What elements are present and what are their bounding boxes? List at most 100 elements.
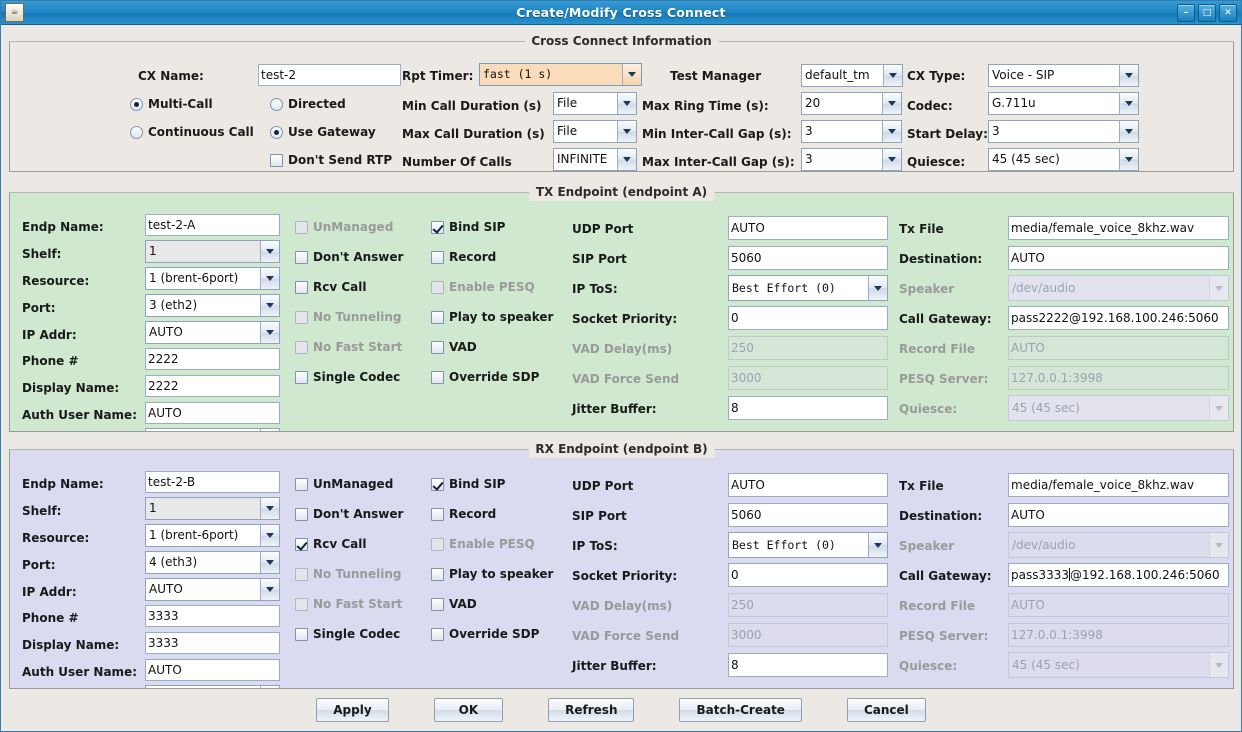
cancel-button[interactable]: Cancel: [846, 698, 926, 722]
chevron-down-icon: [868, 533, 887, 557]
quiesce-combo[interactable]: 45 (45 sec): [988, 148, 1139, 171]
rx-sip-port-input[interactable]: 5060: [728, 503, 888, 527]
radio-use-gateway[interactable]: Use Gateway: [270, 125, 376, 139]
tx-checkbox-bind-sip[interactable]: Bind SIP: [431, 220, 505, 234]
min-inter-call-gap-combo[interactable]: 3: [801, 120, 902, 143]
rx-jitter-buffer-input[interactable]: 8: [728, 653, 888, 677]
checkbox-dont-send-rtp[interactable]: Don't Send RTP: [270, 153, 392, 167]
rx-endp-name-input[interactable]: test-2-B: [145, 471, 280, 493]
cx-type-label: CX Type:: [907, 69, 966, 83]
rx-port-combo[interactable]: 4 (eth3): [145, 551, 280, 574]
tx-socket-priority-input[interactable]: 0: [728, 306, 888, 330]
radio-multi-call[interactable]: Multi-Call: [130, 97, 213, 111]
rx-ip-tos-combo[interactable]: Best Effort (0): [728, 532, 888, 558]
tx-auth-user-input[interactable]: AUTO: [145, 402, 280, 424]
start-delay-combo[interactable]: 3: [988, 120, 1139, 143]
rx-checkbox-bind-sip[interactable]: Bind SIP: [431, 477, 505, 491]
codec-combo[interactable]: G.711u: [988, 92, 1139, 115]
tx-sip-port-input[interactable]: 5060: [728, 246, 888, 270]
number-of-calls-label: Number Of Calls: [402, 155, 512, 169]
tx-checkbox-vad[interactable]: VAD: [431, 340, 477, 354]
rx-checkbox-dont-answer[interactable]: Don't Answer: [295, 507, 403, 521]
max-ring-time-combo[interactable]: 20: [801, 92, 902, 115]
number-of-calls-combo[interactable]: INFINITE: [553, 148, 637, 171]
tx-reg-expire-combo[interactable]: 300: [145, 428, 280, 431]
rx-shelf-combo[interactable]: 1: [145, 497, 280, 520]
ok-button[interactable]: OK: [433, 698, 504, 722]
cx-type-combo[interactable]: Voice - SIP: [988, 64, 1139, 87]
max-inter-call-gap-combo[interactable]: 3: [801, 148, 902, 171]
tx-destination-input[interactable]: AUTO: [1008, 246, 1229, 270]
rx-udp-port-input[interactable]: AUTO: [728, 473, 888, 497]
tx-checkbox-single-codec[interactable]: Single Codec: [295, 370, 400, 384]
rpt-timer-combo[interactable]: fast (1 s): [479, 63, 642, 86]
rx-socket-priority-input[interactable]: 0: [728, 563, 888, 587]
tx-speaker-combo: /dev/audio: [1008, 275, 1229, 301]
rx-call-gateway-input[interactable]: pass3333@192.168.100.246:5060: [1008, 563, 1229, 587]
tx-jitter-buffer-input[interactable]: 8: [728, 396, 888, 420]
tx-endp-name-input[interactable]: test-2-A: [145, 214, 280, 236]
tx-ip-tos-combo[interactable]: Best Effort (0): [728, 275, 888, 301]
rx-checkbox-enable-pesq[interactable]: Enable PESQ: [431, 537, 535, 551]
tx-checkbox-enable-pesq[interactable]: Enable PESQ: [431, 280, 535, 294]
close-button[interactable]: ✕: [1219, 4, 1237, 22]
rx-checkbox-single-codec[interactable]: Single Codec: [295, 627, 400, 641]
tx-checkbox-no-fast-start[interactable]: No Fast Start: [295, 340, 402, 354]
tx-tx-file-input[interactable]: media/female_voice_8khz.wav: [1008, 216, 1229, 240]
rx-phone-input[interactable]: 3333: [145, 605, 280, 627]
refresh-button[interactable]: Refresh: [548, 698, 635, 722]
tx-ip-addr-combo[interactable]: AUTO: [145, 321, 280, 344]
maximize-button[interactable]: □: [1198, 4, 1216, 22]
tx-checkbox-dont-answer[interactable]: Don't Answer: [295, 250, 403, 264]
radio-continuous-call[interactable]: Continuous Call: [130, 125, 254, 139]
min-call-duration-value: File: [554, 93, 617, 114]
tx-checkbox-play-to-speaker[interactable]: Play to speaker: [431, 310, 553, 324]
rx-auth-user-input[interactable]: AUTO: [145, 659, 280, 681]
rx-checkbox-no-fast-start[interactable]: No Fast Start: [295, 597, 402, 611]
tx-checkbox-unmanaged[interactable]: UnManaged: [295, 220, 393, 234]
rx-checkbox-rcv-call[interactable]: Rcv Call: [295, 537, 366, 551]
batch-create-button[interactable]: Batch-Create: [679, 698, 802, 722]
tx-shelf-combo[interactable]: 1: [145, 240, 280, 263]
rx-destination-input[interactable]: AUTO: [1008, 503, 1229, 527]
rx-checkbox-no-tunneling[interactable]: No Tunneling: [295, 567, 401, 581]
tx-checkbox-record[interactable]: Record: [431, 250, 496, 264]
rx-checkbox-vad[interactable]: VAD: [431, 597, 477, 611]
minimize-button[interactable]: –: [1177, 4, 1195, 22]
tx-ip-addr-value: AUTO: [146, 322, 260, 343]
min-call-duration-combo[interactable]: File: [553, 92, 637, 115]
tx-resource-combo[interactable]: 1 (brent-6port): [145, 267, 280, 290]
tx-call-gateway-input[interactable]: pass2222@192.168.100.246:5060: [1008, 306, 1229, 330]
chevron-down-icon: [260, 686, 279, 688]
cx-name-input[interactable]: test-2: [258, 64, 401, 86]
rx-display-name-input[interactable]: 3333: [145, 632, 280, 654]
rx-checkbox-record[interactable]: Record: [431, 507, 496, 521]
tx-record-file-label: Record File: [899, 342, 975, 356]
rx-tx-file-input[interactable]: media/female_voice_8khz.wav: [1008, 473, 1229, 497]
tx-checkbox-rcv-call[interactable]: Rcv Call: [295, 280, 366, 294]
radio-dot-icon: [130, 97, 143, 111]
chevron-down-icon: [868, 276, 887, 300]
tx-port-combo[interactable]: 3 (eth2): [145, 294, 280, 317]
tx-udp-port-input[interactable]: AUTO: [728, 216, 888, 240]
max-call-duration-combo[interactable]: File: [553, 120, 637, 143]
tx-checkbox-no-tunneling[interactable]: No Tunneling: [295, 310, 401, 324]
rx-resource-combo[interactable]: 1 (brent-6port): [145, 524, 280, 547]
tx-checkbox-override-sdp[interactable]: Override SDP: [431, 370, 539, 384]
tx-vad-delay-input: 250: [728, 336, 888, 360]
apply-button[interactable]: Apply: [316, 698, 389, 722]
test-manager-combo[interactable]: default_tm: [801, 64, 903, 87]
rx-ip-addr-combo[interactable]: AUTO: [145, 578, 280, 601]
rx-udp-port-label: UDP Port: [572, 479, 634, 493]
tx-display-name-input[interactable]: 2222: [145, 375, 280, 397]
max-ring-time-value: 20: [802, 93, 882, 114]
window-titlebar[interactable]: ☕ Create/Modify Cross Connect – □ ✕: [1, 1, 1241, 25]
tx-phone-input[interactable]: 2222: [145, 348, 280, 370]
codec-label: Codec:: [907, 99, 953, 113]
rx-checkbox-unmanaged[interactable]: UnManaged: [295, 477, 393, 491]
radio-directed-label: Directed: [288, 97, 346, 111]
radio-directed[interactable]: Directed: [270, 97, 346, 111]
rx-checkbox-play-to-speaker[interactable]: Play to speaker: [431, 567, 553, 581]
rx-checkbox-override-sdp[interactable]: Override SDP: [431, 627, 539, 641]
rx-reg-expire-combo[interactable]: 300: [145, 685, 280, 688]
